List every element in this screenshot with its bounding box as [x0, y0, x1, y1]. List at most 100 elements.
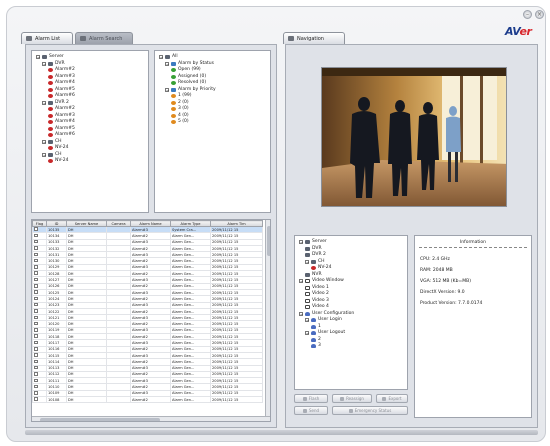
alarm-tree[interactable]: − Server − DVR Alarm#2 Alarm#3 Alarm#4 Alarm#5 A… — [32, 51, 148, 168]
information-line: DirectX Version: 9.0 — [420, 290, 465, 295]
app-window: – × AVer Alarm List Alarm Search Navigat… — [6, 6, 546, 442]
collapse-icon[interactable]: − — [42, 139, 46, 144]
flag-checkbox[interactable] — [34, 359, 38, 364]
table-vertical-scrollbar[interactable] — [265, 220, 270, 421]
alarm-icon — [311, 266, 316, 271]
flag-checkbox[interactable] — [34, 334, 38, 338]
collapse-icon[interactable]: − — [299, 279, 303, 284]
alarm-table[interactable]: Flag ID Server Name Camera Alarm Name Alarm T… — [32, 220, 263, 404]
tree-node-label: 5 (0) — [178, 119, 189, 124]
table-hscroll-thumb[interactable] — [40, 417, 160, 421]
server-icon — [48, 100, 53, 105]
flag-checkbox[interactable] — [34, 322, 38, 326]
emergency-status-button-label: Emergency Status — [354, 408, 392, 413]
collapse-icon[interactable]: − — [165, 61, 169, 66]
emergency-status-button[interactable]: Emergency Status — [332, 406, 408, 415]
filter-tree[interactable]: − All − Alarm by Status Open (99) Assigned (0… — [155, 51, 270, 129]
flag-checkbox[interactable] — [34, 309, 38, 313]
flag-checkbox[interactable] — [34, 290, 38, 294]
server-icon — [48, 61, 53, 66]
priority-icon — [171, 100, 176, 105]
flag-checkbox[interactable] — [34, 372, 38, 376]
tab-alarm-list[interactable]: Alarm List — [21, 32, 73, 44]
tab-alarm-search[interactable]: Alarm Search — [75, 32, 133, 44]
flag-checkbox[interactable] — [34, 340, 38, 345]
flag-checkbox[interactable] — [34, 233, 38, 238]
flag-checkbox[interactable] — [34, 246, 38, 250]
flag-checkbox[interactable] — [34, 227, 38, 231]
emergency-icon — [348, 408, 353, 413]
camera-video-view[interactable] — [321, 67, 507, 207]
flag-checkbox[interactable] — [34, 303, 38, 307]
collapse-icon[interactable]: − — [299, 240, 303, 245]
flash-button[interactable]: Flash — [294, 394, 328, 403]
tree-node-label: User Login — [318, 317, 342, 322]
table-cell — [106, 395, 131, 404]
tree-node-label: 3 — [318, 343, 321, 348]
reassign-button[interactable]: Reassign — [332, 394, 372, 403]
flag-checkbox[interactable] — [34, 271, 38, 275]
close-button[interactable]: × — [535, 10, 544, 19]
navigation-tree-panel[interactable]: − Server DVR DVR 2− CH NV-24 NVR − Video Window V… — [294, 235, 408, 390]
user-icon — [311, 318, 316, 323]
collapse-icon[interactable]: − — [305, 318, 309, 323]
server-icon — [305, 246, 310, 251]
alarm-icon — [48, 87, 53, 92]
tree-node[interactable]: NV-24 — [36, 158, 144, 165]
collapse-icon[interactable]: − — [305, 259, 309, 264]
user-icon — [305, 311, 310, 316]
table-vscroll-thumb[interactable] — [266, 226, 270, 256]
flag-checkbox[interactable] — [34, 384, 38, 389]
flag-checkbox[interactable] — [34, 353, 38, 357]
collapse-icon[interactable]: − — [42, 152, 46, 157]
flag-checkbox[interactable] — [34, 240, 38, 244]
alarm-table-panel[interactable]: Flag ID Server Name Camera Alarm Name Alarm T… — [31, 219, 271, 422]
send-button[interactable]: Send — [294, 406, 328, 415]
tab-alarm-list-label: Alarm List — [35, 35, 61, 42]
flag-checkbox[interactable] — [34, 296, 38, 301]
priority-icon — [171, 107, 176, 112]
tab-navigation-label: Navigation — [297, 35, 324, 42]
camera-snapshot-image — [322, 68, 506, 206]
alarm-list-frame: − Server − DVR Alarm#2 Alarm#3 Alarm#4 Alarm#5 A… — [25, 44, 277, 428]
flag-checkbox[interactable] — [34, 265, 38, 269]
flag-checkbox[interactable] — [34, 328, 38, 332]
collapse-icon[interactable]: − — [165, 87, 169, 92]
collapse-icon[interactable]: − — [42, 100, 46, 105]
table-cell — [32, 395, 47, 404]
flag-checkbox[interactable] — [34, 366, 38, 370]
flag-checkbox[interactable] — [34, 284, 38, 288]
user-icon — [311, 344, 316, 349]
collapse-icon[interactable]: − — [159, 55, 163, 60]
alarm-tree-panel[interactable]: − Server − DVR Alarm#2 Alarm#3 Alarm#4 Alarm#5 A… — [31, 50, 149, 213]
tree-node[interactable]: 3 — [299, 343, 403, 350]
flag-checkbox[interactable] — [34, 397, 38, 401]
navigation-frame: − Server DVR DVR 2− CH NV-24 NVR − Video Window V… — [285, 44, 538, 428]
flag-checkbox[interactable] — [34, 252, 38, 257]
collapse-icon[interactable]: − — [305, 331, 309, 336]
reassign-icon — [340, 396, 345, 401]
flag-checkbox[interactable] — [34, 315, 38, 320]
table-horizontal-scrollbar[interactable] — [32, 416, 270, 421]
navigation-tree[interactable]: − Server DVR DVR 2− CH NV-24 NVR − Video Window V… — [295, 236, 407, 353]
export-button[interactable]: Export — [376, 394, 408, 403]
collapse-icon[interactable]: − — [36, 55, 40, 60]
flag-checkbox[interactable] — [34, 259, 38, 263]
flag-checkbox[interactable] — [34, 277, 38, 282]
status-icon — [171, 74, 176, 79]
tab-navigation[interactable]: Navigation — [283, 32, 345, 44]
tree-node[interactable]: 5 (0) — [159, 119, 266, 126]
export-button-label: Export — [388, 396, 402, 401]
filter-tree-panel[interactable]: − All − Alarm by Status Open (99) Assigned (0… — [154, 50, 271, 213]
collapse-icon[interactable]: − — [42, 61, 46, 66]
information-panel: Information CPU: 2.4 GHz RAM: 2048 MB VGA:… — [414, 235, 532, 418]
window-icon — [305, 279, 310, 284]
reassign-button-label: Reassign — [346, 396, 364, 401]
table-row[interactable]: 10108 DH Alarm#2 Alarm Gen... 2009/11/12 15 — [32, 395, 263, 404]
flag-checkbox[interactable] — [34, 391, 38, 395]
flag-checkbox[interactable] — [34, 347, 38, 351]
tree-node-label: User Logout — [318, 330, 346, 335]
minimize-button[interactable]: – — [523, 10, 532, 19]
flag-checkbox[interactable] — [34, 378, 38, 383]
collapse-icon[interactable]: − — [299, 311, 303, 316]
